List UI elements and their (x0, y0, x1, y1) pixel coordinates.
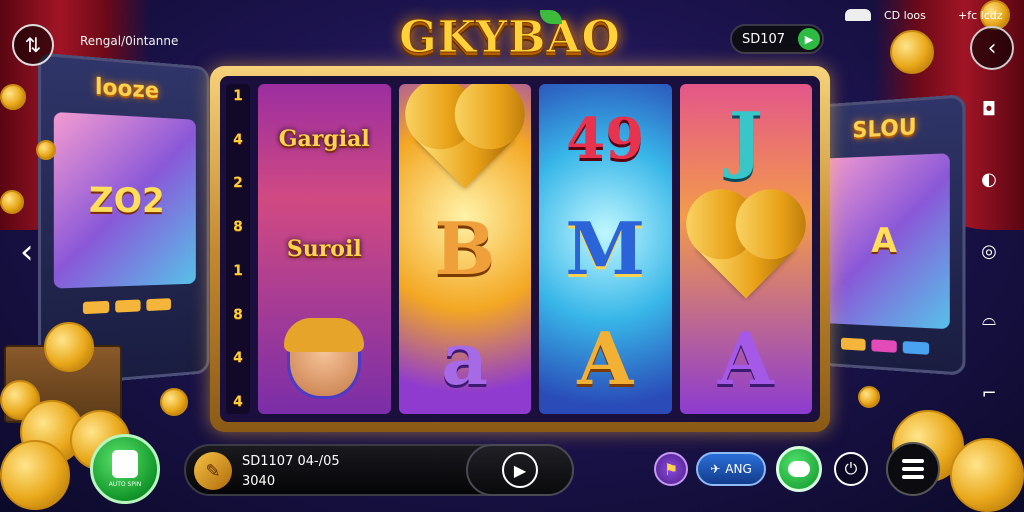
camera-icon[interactable]: ◘ (974, 94, 1004, 124)
symbol-letter: J (728, 96, 763, 181)
reel-3: 49 M A (539, 84, 672, 414)
symbol-word: Gargial (278, 126, 370, 152)
bird-icon: ✈ (710, 462, 721, 476)
symbol-letter: 49 (566, 106, 645, 172)
coin-icon (890, 30, 934, 74)
left-machine-buttons (41, 297, 207, 317)
payline-number: 8 (233, 306, 243, 323)
symbol-heart (411, 89, 519, 189)
payline-number: 4 (233, 131, 243, 148)
coin-icon (44, 322, 94, 372)
corner-icon[interactable]: ⌐ (974, 378, 1004, 408)
reel-2: B a (398, 84, 531, 414)
payline-number: 1 (233, 88, 243, 104)
hat-icon (845, 9, 871, 21)
payline-number: 4 (233, 350, 243, 367)
menu-line (902, 459, 924, 463)
share-button[interactable]: ✈ ANG (696, 452, 766, 486)
prev-arrow-icon[interactable]: ‹ (20, 232, 34, 272)
menu-button[interactable] (886, 442, 940, 496)
game-title: GKYBAO (399, 12, 621, 64)
header-label: Rengal/0intanne (80, 34, 179, 48)
menu-line (902, 467, 924, 471)
coin-icon (950, 438, 1024, 512)
back-chevron-icon[interactable]: ‹ (970, 26, 1014, 70)
payline-number: 1 (233, 262, 243, 279)
symbol-letter: A (577, 316, 634, 401)
character-hair (284, 318, 365, 352)
symbol-letter: A (717, 316, 774, 401)
play-icon: ▶ (502, 452, 538, 488)
chat-bubble-icon (788, 461, 810, 477)
status-right: +fc lcdz (958, 9, 1003, 22)
bonus-flag-button[interactable]: ⚑ (654, 452, 688, 486)
symbol-gargial: Gargial (270, 90, 378, 188)
reel-frame: 1 4 2 8 1 8 4 4 Gargial Suroil B a 49 M … (210, 66, 830, 432)
coin-icon (0, 190, 24, 214)
reel-1: Gargial Suroil (258, 84, 391, 414)
symbol-character (270, 310, 378, 408)
coin-icon (0, 84, 26, 110)
symbol-heart (692, 199, 800, 299)
gold-heart-icon (696, 199, 796, 299)
symbol-letter: B (434, 206, 496, 291)
left-machine-title: looze (94, 74, 159, 104)
power-button[interactable]: ⏻ (834, 452, 868, 486)
coin-icon (858, 386, 880, 408)
chat-button[interactable] (776, 446, 822, 492)
bet-line-2: 3040 (242, 474, 276, 489)
play-button[interactable]: ▶ (466, 444, 574, 496)
symbol-suroil: Suroil (270, 200, 378, 298)
menu-line (902, 475, 924, 479)
symbol-word: Suroil (286, 236, 362, 262)
swap-arrows-icon[interactable]: ⇅ (12, 24, 54, 66)
bag-icon (112, 450, 138, 478)
balance-go-icon: ▶ (798, 28, 820, 50)
gold-heart-icon (415, 89, 515, 189)
payline-column: 1 4 2 8 1 8 4 4 (226, 84, 250, 414)
balance-pill[interactable]: SD107 ▶ (730, 24, 824, 54)
reel-4: J A (679, 84, 812, 414)
feather-icon: ✎ (194, 452, 232, 490)
left-machine-display: ZO2 (53, 111, 196, 289)
coin-icon (0, 440, 70, 510)
reel-area: 1 4 2 8 1 8 4 4 Gargial Suroil B a 49 M … (220, 76, 820, 422)
payline-number: 2 (233, 175, 243, 192)
status-center: CD loos (884, 9, 926, 22)
balance-value: SD107 (742, 31, 786, 47)
symbol-letter: a (441, 316, 489, 401)
coin-icon (160, 388, 188, 416)
auto-spin-label: AUTO SPIN (108, 481, 142, 488)
compass-icon[interactable]: ◐ (974, 164, 1004, 194)
aperture-icon[interactable]: ◎ (974, 236, 1004, 266)
right-slot-machine: SLOU A (808, 94, 966, 376)
right-machine-title: SLOU (852, 114, 917, 144)
coin-icon (36, 140, 56, 160)
right-machine-buttons (812, 336, 963, 357)
payline-number: 4 (233, 393, 243, 410)
helmet-icon[interactable]: ⌓ (974, 304, 1004, 334)
right-machine-display: A (822, 153, 950, 330)
bet-line-1: SD1107 04-/05 (242, 454, 340, 469)
auto-spin-button[interactable]: AUTO SPIN (90, 434, 160, 504)
share-label: ANG (725, 462, 752, 476)
payline-number: 8 (233, 219, 243, 236)
symbol-letter: M (565, 206, 646, 291)
